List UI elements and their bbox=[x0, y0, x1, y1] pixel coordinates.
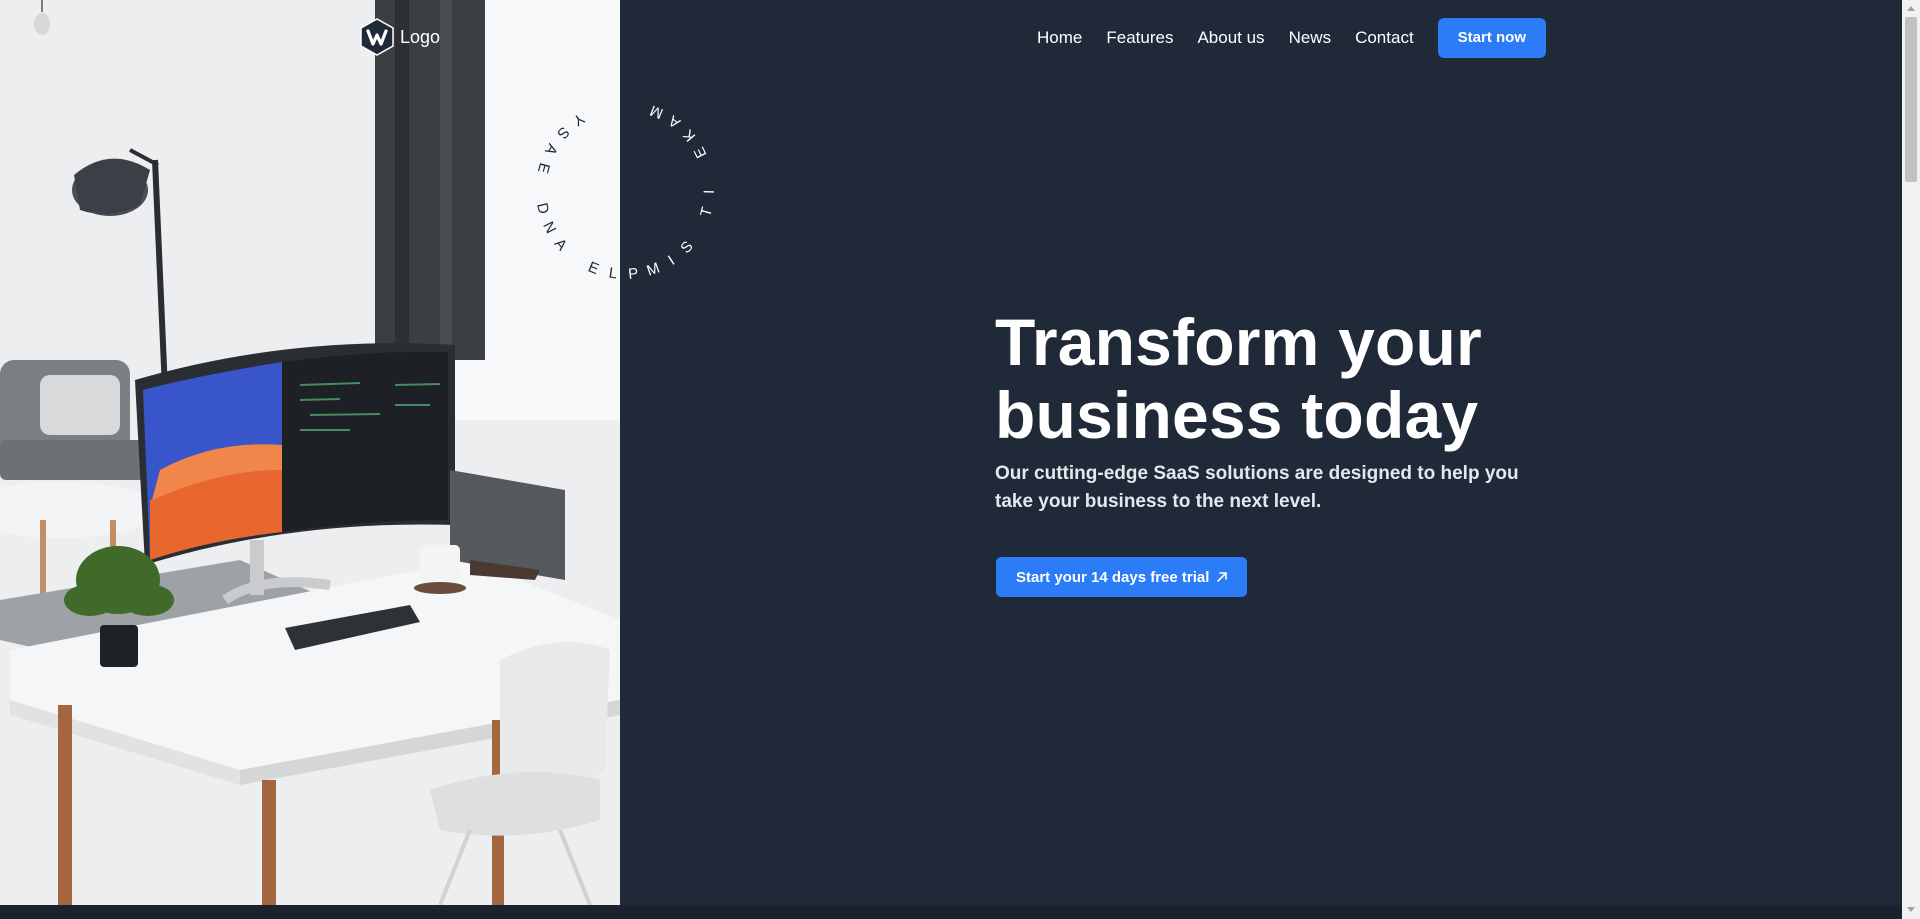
hero-dark-panel bbox=[620, 0, 1902, 905]
page-scrollbar[interactable] bbox=[1902, 0, 1920, 919]
scroll-down-icon[interactable] bbox=[1907, 907, 1915, 912]
nav-link-contact[interactable]: Contact bbox=[1355, 28, 1414, 48]
landing-page: MAKEITSIMPLEANDEASY Logo Home Features A… bbox=[0, 0, 1920, 919]
main-nav: Home Features About us News Contact Star… bbox=[1037, 18, 1547, 58]
hero-subtitle: Our cutting-edge SaaS solutions are desi… bbox=[995, 463, 1519, 512]
page-bottom-edge bbox=[0, 905, 1902, 919]
nav-link-about-us[interactable]: About us bbox=[1197, 28, 1264, 48]
logo-text: Logo bbox=[400, 26, 441, 47]
nav-link-home[interactable]: Home bbox=[1037, 28, 1082, 48]
scroll-thumb[interactable] bbox=[1905, 17, 1917, 182]
free-trial-label: Start your 14 days free trial bbox=[1016, 568, 1210, 586]
scroll-up-icon[interactable] bbox=[1907, 6, 1915, 11]
arrow-up-right-icon bbox=[1217, 572, 1228, 582]
nav-link-features[interactable]: Features bbox=[1106, 28, 1173, 48]
brand-logo[interactable]: Logo bbox=[358, 18, 440, 56]
free-trial-button[interactable]: Start your 14 days free trial bbox=[996, 557, 1248, 597]
start-now-button[interactable]: Start now bbox=[1437, 18, 1547, 58]
nav-link-news[interactable]: News bbox=[1289, 28, 1332, 48]
hero-photo bbox=[0, 0, 620, 905]
hexagon-logo-icon bbox=[360, 18, 394, 56]
hero-title: Transform your business today bbox=[995, 305, 1482, 452]
